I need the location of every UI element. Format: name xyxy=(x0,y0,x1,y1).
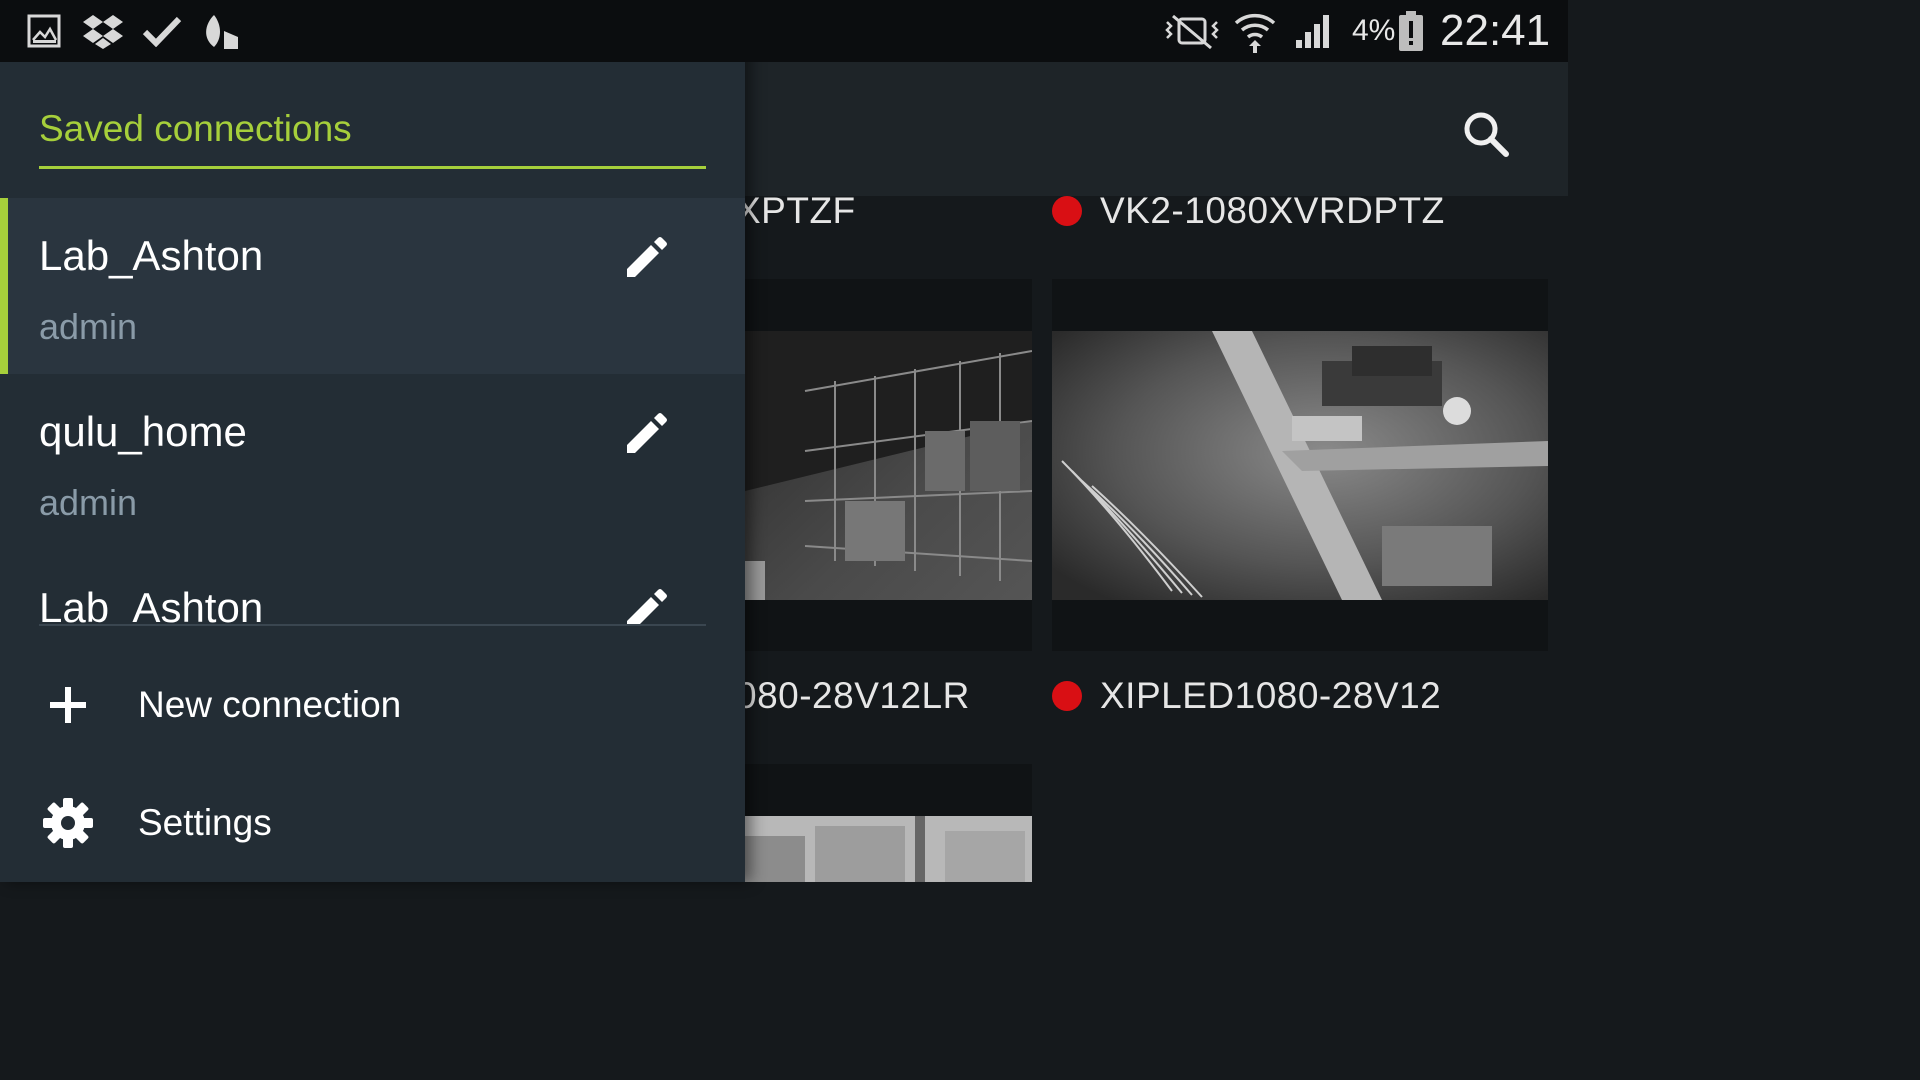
recording-indicator xyxy=(1052,196,1082,226)
camera-title[interactable]: 080-28V12LR xyxy=(736,675,970,717)
camera-preview xyxy=(745,331,1032,600)
camera-title[interactable]: VK2-1080XVRDPTZ xyxy=(1100,190,1445,232)
camera-tile[interactable] xyxy=(1052,279,1548,651)
saved-connections-list[interactable]: Lab_Ashton admin qulu_home admin Lab_Ash… xyxy=(0,198,745,626)
signal-icon xyxy=(1292,0,1336,62)
connection-user: admin xyxy=(39,306,138,347)
active-indicator xyxy=(0,198,8,374)
settings-button[interactable]: Settings xyxy=(0,773,745,873)
drawer-title: Saved connections xyxy=(39,108,352,149)
leaf-icon xyxy=(198,0,242,62)
settings-label: Settings xyxy=(138,802,272,843)
pencil-icon xyxy=(627,413,667,453)
new-connection-button[interactable]: New connection xyxy=(0,655,745,755)
pencil-icon xyxy=(627,237,667,277)
list-divider xyxy=(39,624,706,626)
new-connection-label: New connection xyxy=(138,684,402,725)
battery-percent: 4% xyxy=(1352,14,1396,47)
wifi-icon xyxy=(1232,0,1278,62)
connection-item[interactable]: qulu_home admin xyxy=(0,374,745,550)
navigation-drawer: Saved connections Lab_Ashton admin qulu_… xyxy=(0,0,745,882)
connection-name: qulu_home xyxy=(39,408,247,455)
camera-title[interactable]: XPTZF xyxy=(736,190,856,232)
camera-tile[interactable] xyxy=(745,279,1032,651)
vibrate-mute-icon xyxy=(1162,0,1222,62)
camera-preview xyxy=(745,816,1032,882)
dropbox-icon xyxy=(80,0,126,62)
battery-alert-icon xyxy=(1396,0,1426,62)
edit-connection-button[interactable] xyxy=(614,226,678,290)
recording-indicator xyxy=(1052,681,1082,711)
connection-name: Lab_Ashton xyxy=(39,584,264,626)
gallery-icon xyxy=(24,0,64,62)
header-divider xyxy=(39,166,706,169)
clock: 22:41 xyxy=(1440,6,1551,55)
pencil-icon xyxy=(627,589,667,626)
connection-item[interactable]: Lab_Ashton admin xyxy=(0,550,745,626)
connection-user: admin xyxy=(39,482,138,523)
camera-preview xyxy=(1052,331,1548,600)
check-icon xyxy=(140,0,184,62)
edit-connection-button[interactable] xyxy=(614,578,678,626)
camera-tile[interactable] xyxy=(745,764,1032,882)
connection-item[interactable]: Lab_Ashton admin xyxy=(0,198,745,374)
camera-title[interactable]: XIPLED1080-28V12 xyxy=(1100,675,1441,717)
status-bar: 4% 22:41 xyxy=(0,0,1568,62)
search-icon xyxy=(1464,112,1509,157)
connection-name: Lab_Ashton xyxy=(39,232,264,279)
gear-icon xyxy=(34,791,102,855)
edit-connection-button[interactable] xyxy=(614,402,678,466)
search-button[interactable] xyxy=(1450,98,1522,170)
plus-icon xyxy=(34,673,102,737)
